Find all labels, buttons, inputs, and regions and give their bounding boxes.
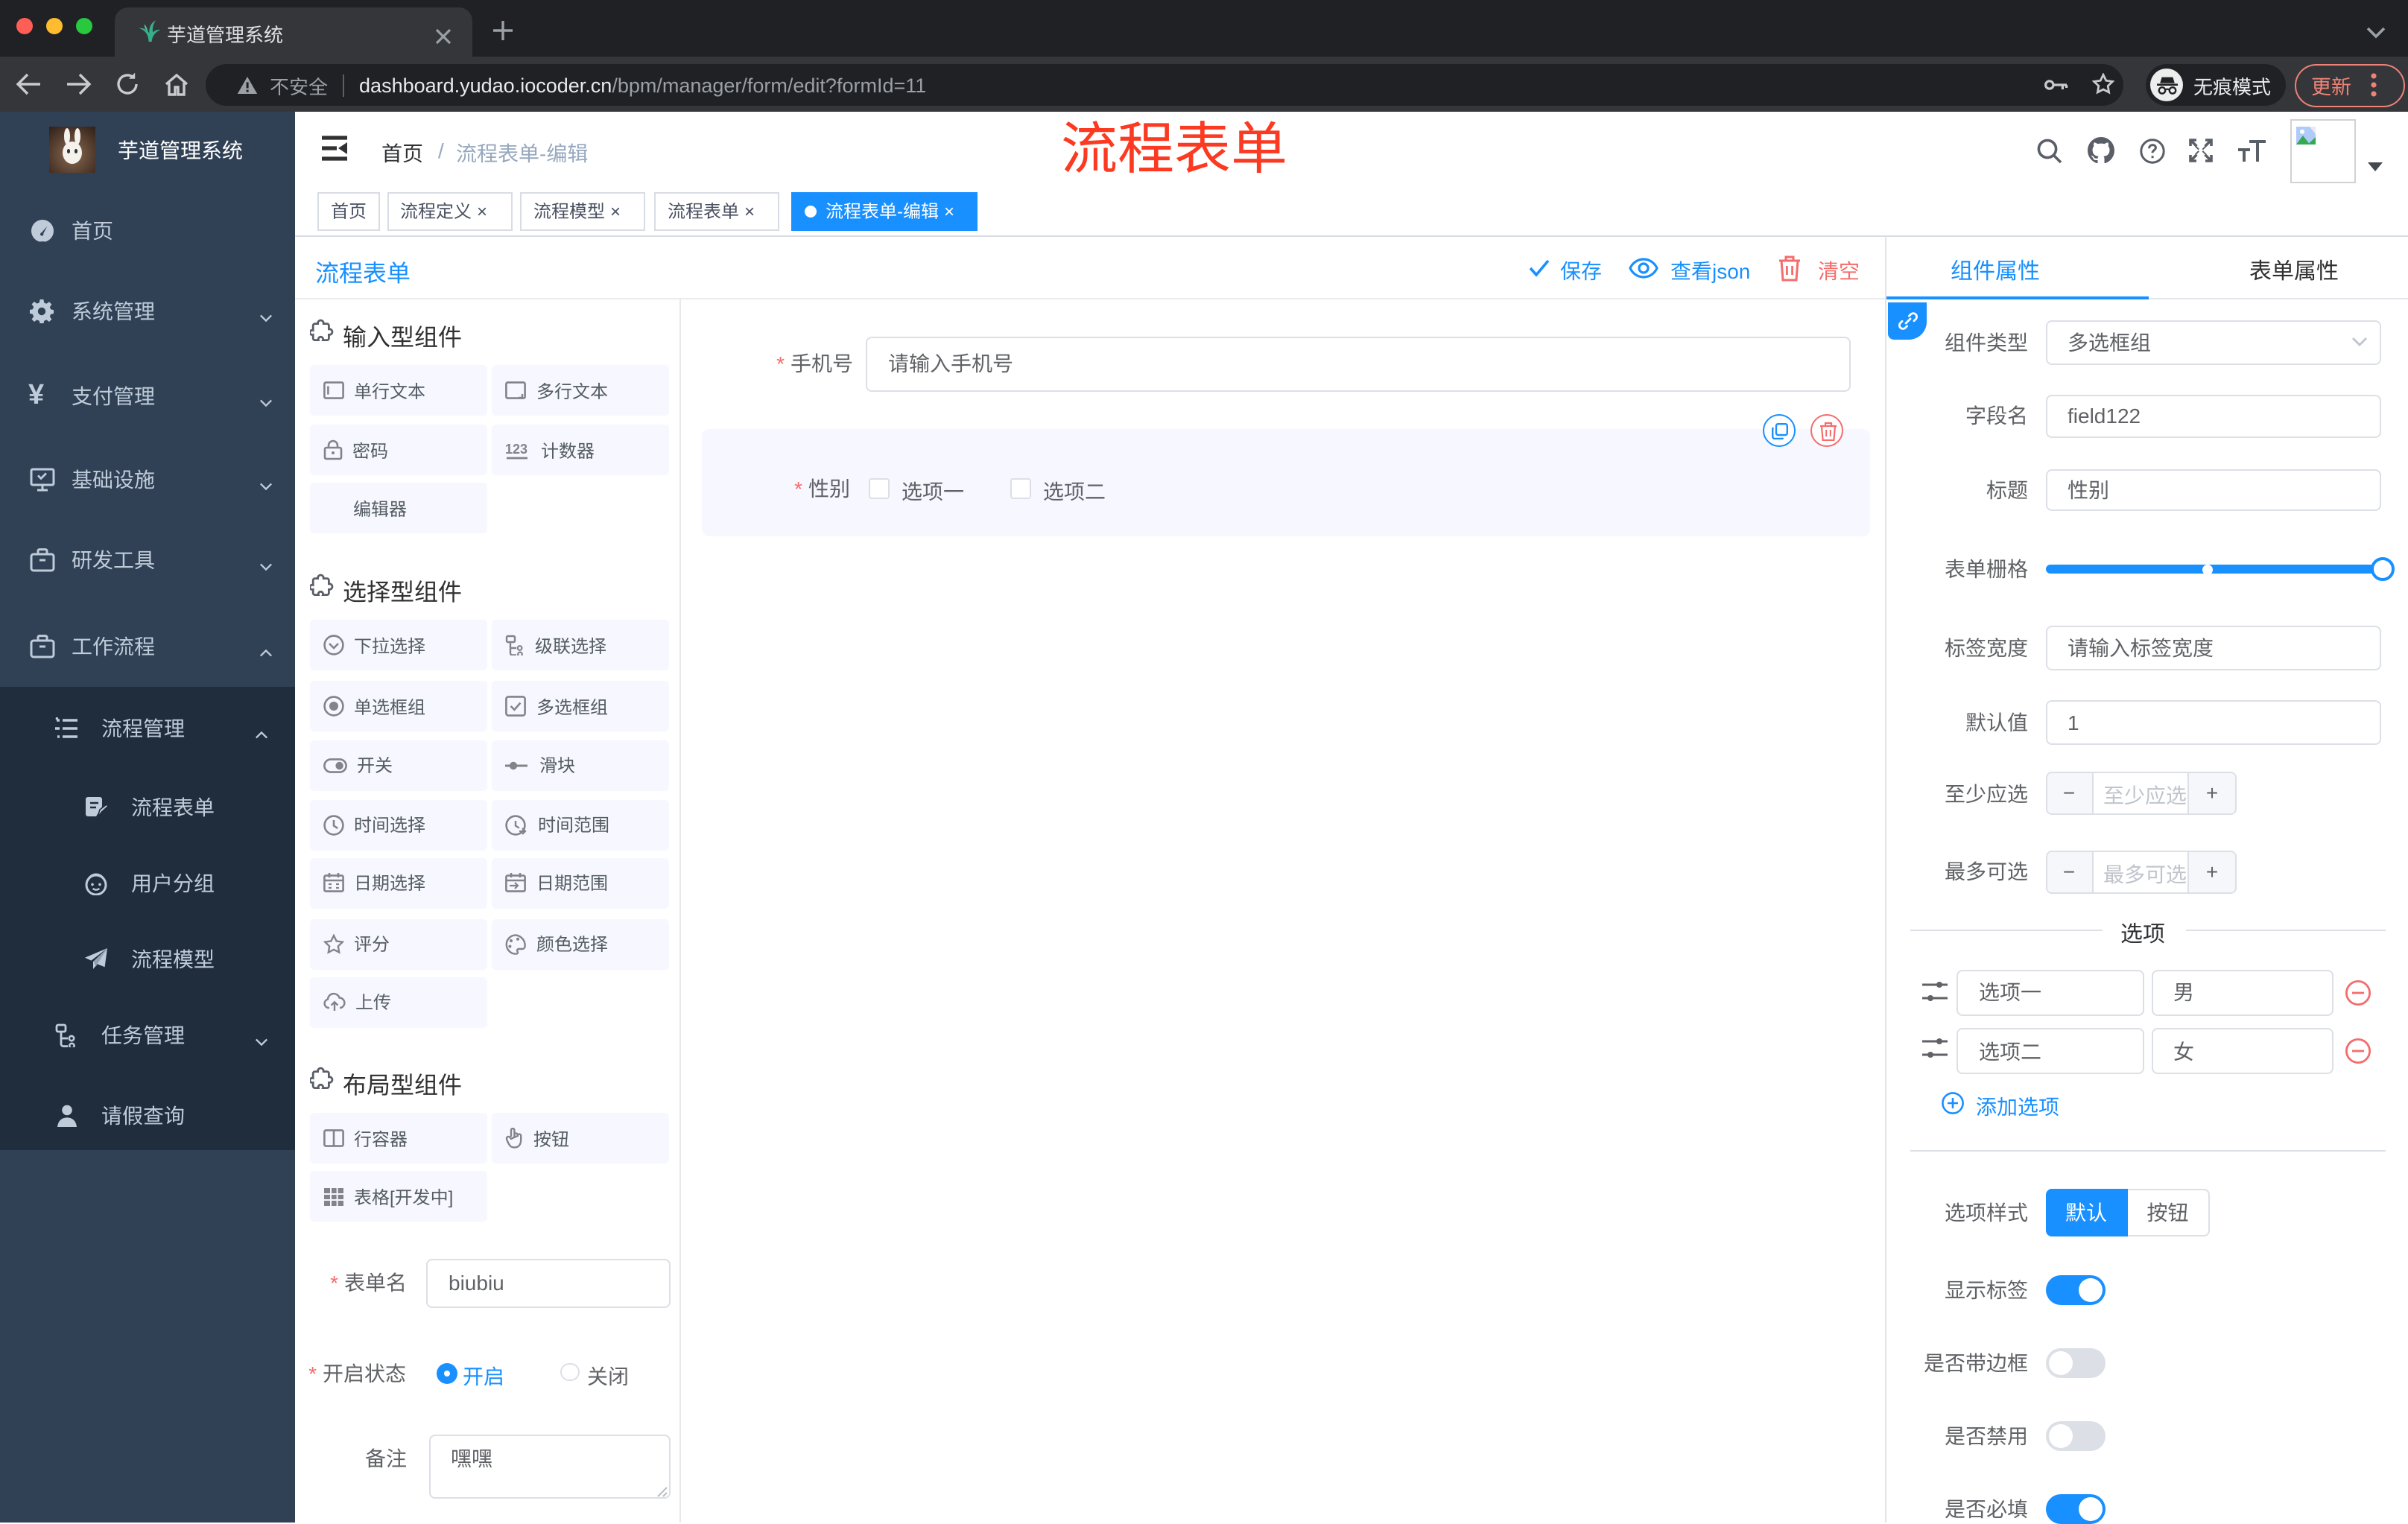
svg-text:123: 123 [505,441,527,456]
